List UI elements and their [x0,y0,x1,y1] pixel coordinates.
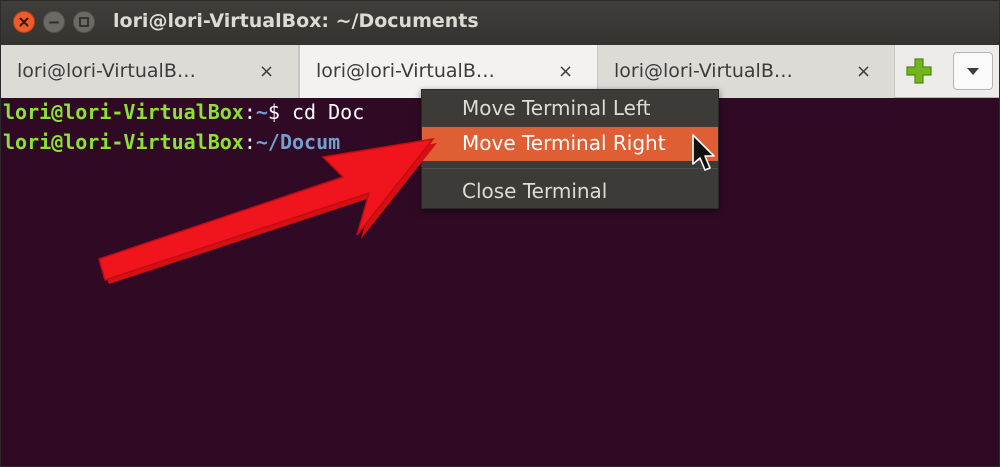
maximize-window-button[interactable] [73,11,95,33]
tab-close-button[interactable]: × [259,61,274,82]
tab-1[interactable]: lori@lori-VirtualB… × [1,45,299,98]
menu-item-move-terminal-left[interactable]: Move Terminal Left [422,92,718,126]
close-window-button[interactable] [13,11,35,33]
tab-label: lori@lori-VirtualB… [17,60,196,82]
context-menu: Move Terminal Left Move Terminal Right C… [421,89,719,209]
window-title: lori@lori-VirtualBox: ~/Documents [113,10,479,32]
command-text: cd Doc [292,100,365,124]
menu-item-move-terminal-right[interactable]: Move Terminal Right [422,127,718,161]
menu-item-label: Move Terminal Right [462,131,666,155]
title-bar[interactable]: lori@lori-VirtualBox: ~/Documents [1,1,999,45]
new-tab-button[interactable] [901,55,937,87]
tab-label: lori@lori-VirtualB… [614,60,793,82]
minimize-window-button[interactable] [43,11,65,33]
plus-icon [906,58,932,84]
prompt-symbol: $ [267,100,293,124]
maximize-icon [79,17,89,27]
chevron-down-icon [967,68,979,75]
tab-menu-button[interactable] [953,52,993,90]
tab-label: lori@lori-VirtualB… [316,60,495,82]
close-icon [19,17,29,27]
menu-separator [422,168,718,169]
terminal-window: lori@lori-VirtualBox: ~/Documents lori@l… [0,0,1000,467]
prompt-user: lori@lori-VirtualBox [3,130,244,154]
prompt-separator: : [243,130,256,154]
menu-item-close-terminal[interactable]: Close Terminal [422,175,718,209]
menu-item-label: Move Terminal Left [462,96,651,120]
prompt-user: lori@lori-VirtualBox [3,100,244,124]
tab-close-button[interactable]: × [856,61,871,82]
menu-item-label: Close Terminal [462,179,608,203]
prompt-path: ~ [255,100,268,124]
terminal-line: lori@lori-VirtualBox:~$ cd Doc [3,95,364,129]
minimize-icon [49,21,59,24]
prompt-path: ~/Docum [255,130,341,154]
prompt-separator: : [243,100,256,124]
tab-close-button[interactable]: × [558,61,573,82]
terminal-line: lori@lori-VirtualBox:~/Docum [3,125,340,159]
